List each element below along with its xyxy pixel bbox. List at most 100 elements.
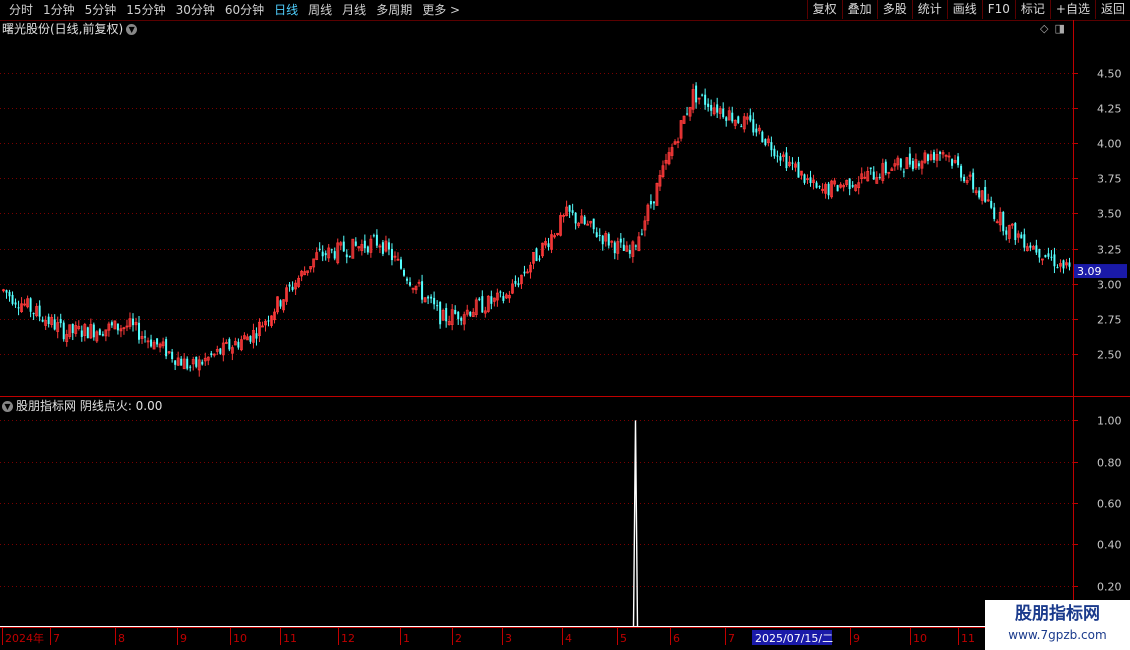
candle-body bbox=[32, 313, 35, 315]
candle-body bbox=[770, 142, 773, 151]
candle-body bbox=[291, 286, 294, 290]
price-tick-label: 2.50 bbox=[1097, 349, 1122, 362]
stock-title: 曙光股份(日线,前复权) bbox=[2, 22, 124, 36]
candle-body bbox=[490, 296, 493, 304]
candle-body bbox=[342, 241, 345, 252]
candle-body bbox=[917, 163, 920, 167]
candle-body bbox=[171, 351, 174, 360]
candle-body bbox=[951, 159, 954, 166]
candle-body bbox=[38, 305, 41, 317]
candle-body bbox=[1068, 262, 1071, 267]
price-tick-label: 2.75 bbox=[1097, 314, 1122, 327]
candle-body bbox=[695, 85, 698, 103]
candle-body bbox=[978, 190, 981, 198]
candle-body bbox=[330, 249, 333, 251]
candle-body bbox=[899, 158, 902, 168]
diamond-icon[interactable]: ◇ bbox=[1040, 22, 1048, 35]
candle-body bbox=[592, 218, 595, 230]
logo-url: www.7gpzb.com bbox=[1008, 628, 1107, 642]
candle-body bbox=[722, 108, 725, 118]
candle-body bbox=[574, 212, 577, 224]
candle-body bbox=[62, 322, 65, 340]
candle-body bbox=[321, 251, 324, 257]
candle-body bbox=[939, 151, 942, 154]
candle-body bbox=[740, 126, 743, 128]
price-tick-label: 3.00 bbox=[1097, 279, 1122, 292]
chevron-down-icon[interactable]: ▼ bbox=[2, 401, 13, 412]
candle-body bbox=[634, 245, 637, 247]
candle-body bbox=[92, 324, 95, 338]
candle-body bbox=[427, 296, 430, 299]
candle-body bbox=[1005, 230, 1008, 235]
candle-body bbox=[138, 322, 141, 340]
candle-body bbox=[201, 361, 204, 365]
candle-body bbox=[460, 317, 463, 321]
candle-body bbox=[348, 255, 351, 257]
candle-body bbox=[1053, 254, 1056, 267]
candle-body bbox=[1056, 267, 1059, 269]
chart-canvas[interactable]: 4.50 4.25 4.00 3.75 3.50 3.25 3.00 2.75 2.50 1.00… bbox=[0, 0, 1130, 650]
x-tick-label: 7 bbox=[728, 632, 735, 645]
candle-body bbox=[345, 254, 348, 258]
candle-body bbox=[731, 112, 734, 122]
candle-body bbox=[1002, 211, 1005, 232]
candle-body bbox=[932, 152, 935, 160]
candle-body bbox=[1047, 253, 1050, 257]
candle-body bbox=[354, 241, 357, 246]
candle-body bbox=[439, 301, 442, 325]
candle-body bbox=[436, 305, 439, 307]
candle-body bbox=[990, 200, 993, 208]
candle-body bbox=[514, 280, 517, 284]
candle-body bbox=[14, 302, 17, 305]
candle-body bbox=[71, 324, 74, 334]
cursor-date-label: 2025/07/15/二 bbox=[755, 632, 833, 645]
candle-body bbox=[249, 335, 252, 342]
price-tick-label: 3.25 bbox=[1097, 244, 1122, 257]
candle-body bbox=[963, 176, 966, 182]
candle-body bbox=[430, 296, 433, 299]
candle-body bbox=[195, 356, 198, 367]
indicator-tick-label: 0.40 bbox=[1097, 539, 1122, 552]
candle-body bbox=[180, 358, 183, 366]
candle-body bbox=[366, 246, 369, 253]
logo-title: 股朋指标网 bbox=[1015, 604, 1100, 624]
candle-body bbox=[381, 242, 384, 254]
indicator-title: 股朋指标网 阴线点火: 0.00 bbox=[16, 399, 163, 413]
candle-body bbox=[869, 167, 872, 169]
candle-body bbox=[960, 165, 963, 178]
candle-body bbox=[53, 319, 56, 330]
candle-body bbox=[836, 185, 839, 192]
candle-body bbox=[403, 269, 406, 276]
candle-body bbox=[1020, 234, 1023, 239]
price-tick-label: 3.75 bbox=[1097, 173, 1122, 186]
candle-body bbox=[1035, 245, 1038, 253]
candle-body bbox=[686, 113, 689, 115]
candle-body bbox=[165, 339, 168, 357]
candle-body bbox=[752, 119, 755, 133]
panel-icons: ◇ ◨ bbox=[1040, 22, 1065, 35]
candle-body bbox=[375, 234, 378, 246]
candle-body bbox=[776, 155, 779, 157]
candle-body bbox=[926, 154, 929, 161]
price-tick-label: 4.25 bbox=[1097, 103, 1122, 116]
candle-body bbox=[619, 238, 622, 243]
candle-body bbox=[80, 330, 83, 337]
candle-body bbox=[110, 322, 113, 326]
candle-body bbox=[409, 282, 412, 286]
chevron-down-icon[interactable]: ▼ bbox=[126, 24, 138, 35]
candle-body bbox=[993, 207, 996, 219]
candle-body bbox=[363, 240, 366, 249]
candle-body bbox=[469, 311, 472, 316]
candle-body bbox=[156, 338, 159, 345]
panel-toggle-icon[interactable]: ◨ bbox=[1054, 22, 1064, 35]
candle-body bbox=[1050, 256, 1053, 258]
candle-body bbox=[1023, 234, 1026, 248]
candle-body bbox=[502, 296, 505, 301]
candle-body bbox=[902, 171, 905, 173]
candle-body bbox=[779, 156, 782, 161]
candle-body bbox=[707, 103, 710, 107]
candle-body bbox=[1062, 260, 1065, 269]
candle-body bbox=[601, 235, 604, 245]
price-tick-label: 3.50 bbox=[1097, 208, 1122, 221]
x-tick-label: 12 bbox=[341, 632, 355, 645]
